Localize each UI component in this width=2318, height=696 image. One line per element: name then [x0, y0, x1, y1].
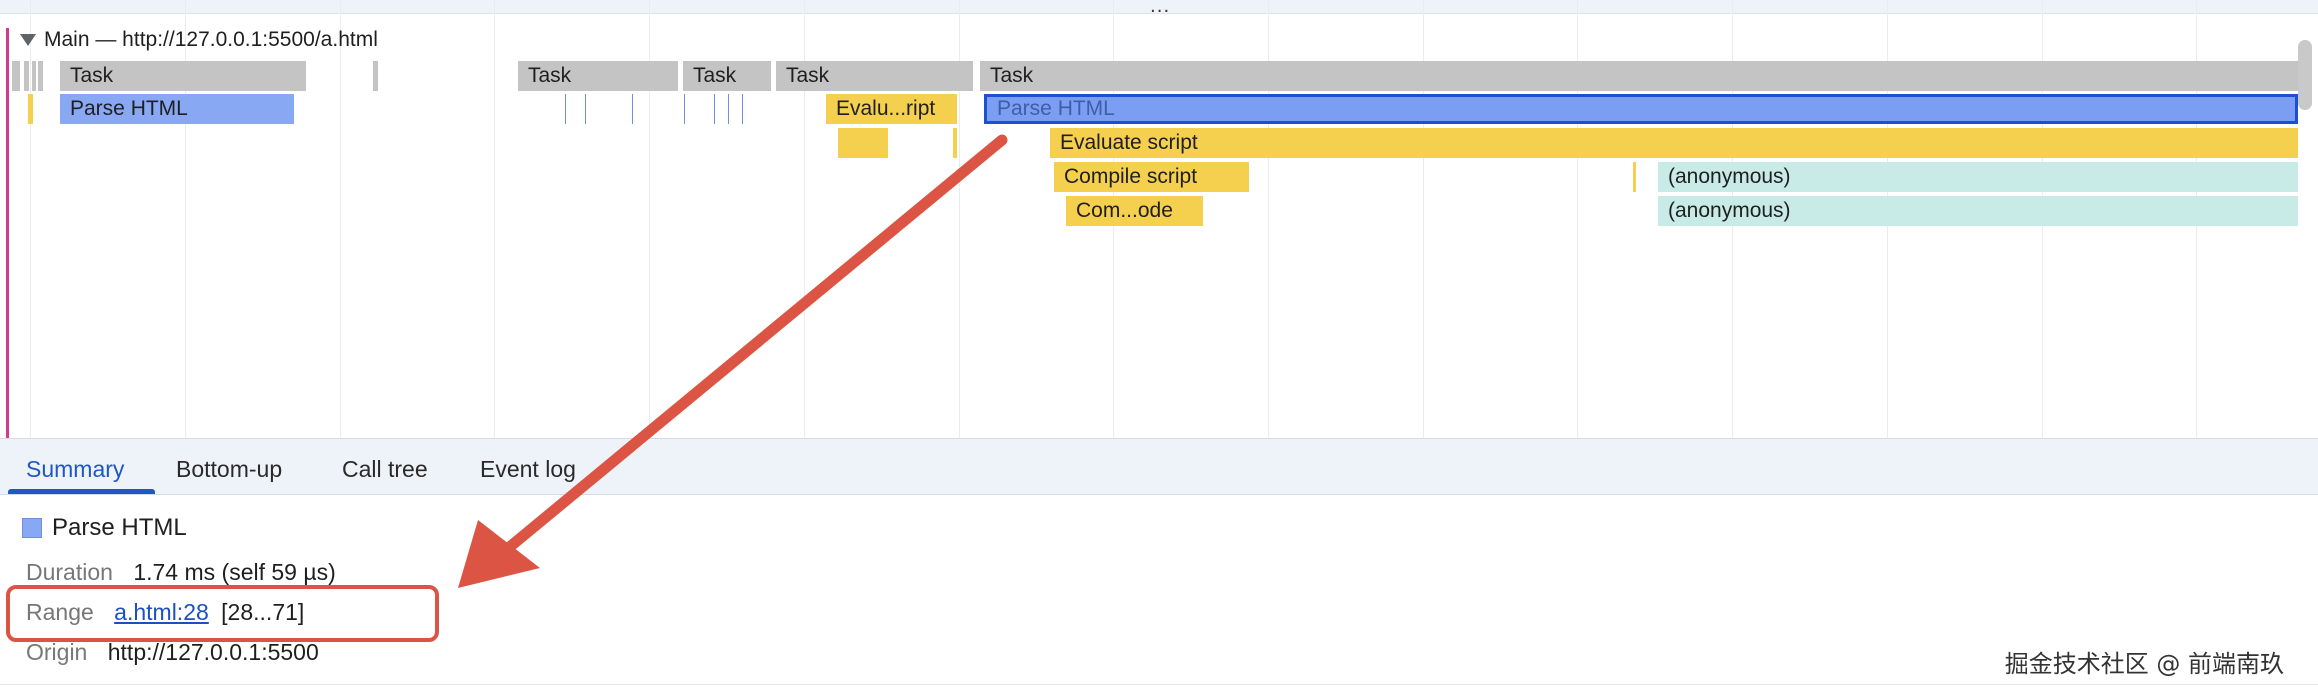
anonymous-function-block[interactable]: (anonymous)	[1658, 196, 2298, 226]
tick-mark	[684, 94, 685, 124]
tick-mark	[742, 94, 743, 124]
parse-html-selected-block[interactable]: Parse HTML	[984, 94, 2298, 124]
script-sliver[interactable]	[1633, 162, 1636, 192]
task-block[interactable]: Task	[776, 61, 973, 91]
tab-bottom-up[interactable]: Bottom-up	[176, 439, 282, 495]
parse-html-block[interactable]: Parse HTML	[60, 94, 294, 124]
tick-mark	[565, 94, 566, 124]
compile-code-block[interactable]: Com...ode	[1066, 196, 1203, 226]
tick-mark	[714, 94, 715, 124]
grid-line	[494, 0, 495, 440]
script-sliver[interactable]	[953, 128, 957, 158]
compile-script-block[interactable]: Compile script	[1054, 162, 1249, 192]
task-block[interactable]: Task	[683, 61, 771, 91]
origin-value: http://127.0.0.1:5500	[107, 639, 319, 665]
grid-line	[30, 0, 31, 440]
task-sliver[interactable]	[32, 61, 36, 91]
summary-header: Parse HTML	[22, 513, 187, 543]
tick-mark	[585, 94, 586, 124]
timeline-overview-strip: ...	[0, 0, 2318, 16]
tick-mark	[632, 94, 633, 124]
origin-label: Origin	[26, 639, 88, 665]
collapse-triangle-icon[interactable]	[20, 34, 36, 46]
summary-title: Parse HTML	[52, 514, 187, 541]
grid-line	[340, 0, 341, 440]
task-block[interactable]: Task	[980, 61, 2298, 91]
task-sliver[interactable]	[24, 61, 29, 91]
flame-chart[interactable]: ... Main — http://127.0.0.1:5500/a.html …	[0, 0, 2318, 440]
performance-panel: ... Main — http://127.0.0.1:5500/a.html …	[0, 0, 2318, 696]
tab-call-tree[interactable]: Call tree	[342, 439, 428, 495]
duration-row: Duration 1.74 ms (self 59 µs)	[26, 557, 336, 587]
main-track-title: Main — http://127.0.0.1:5500/a.html	[44, 28, 378, 51]
active-tab-indicator	[8, 489, 155, 494]
track-color-bar	[6, 28, 9, 438]
tab-event-log[interactable]: Event log	[480, 439, 576, 495]
task-sliver[interactable]	[12, 61, 20, 91]
anonymous-function-block[interactable]: (anonymous)	[1658, 162, 2298, 192]
details-panel: Summary Bottom-up Call tree Event log Pa…	[0, 438, 2318, 696]
details-tabbar: Summary Bottom-up Call tree Event log	[0, 439, 2318, 495]
evaluate-script-block[interactable]: Evalu...ript	[826, 94, 957, 124]
tab-summary[interactable]: Summary	[26, 439, 124, 495]
watermark-text: 掘金技术社区 @ 前端南玖	[2004, 650, 2284, 678]
task-block[interactable]: Task	[518, 61, 678, 91]
panel-divider	[0, 684, 2318, 685]
task-sliver[interactable]	[373, 61, 378, 91]
vertical-scrollbar-thumb[interactable]	[2298, 40, 2312, 110]
more-icon[interactable]: ...	[1150, 0, 1170, 16]
duration-value: 1.74 ms (self 59 µs)	[133, 559, 336, 585]
task-sliver[interactable]	[38, 61, 43, 91]
script-sliver[interactable]	[838, 128, 888, 158]
main-track-header[interactable]: Main — http://127.0.0.1:5500/a.html	[14, 28, 378, 52]
script-sliver[interactable]	[28, 94, 33, 124]
evaluate-script-block[interactable]: Evaluate script	[1050, 128, 2298, 158]
category-color-swatch	[22, 518, 42, 538]
task-block[interactable]: Task	[60, 61, 306, 91]
tick-mark	[728, 94, 729, 124]
duration-label: Duration	[26, 559, 113, 585]
range-highlight-box	[6, 585, 439, 642]
